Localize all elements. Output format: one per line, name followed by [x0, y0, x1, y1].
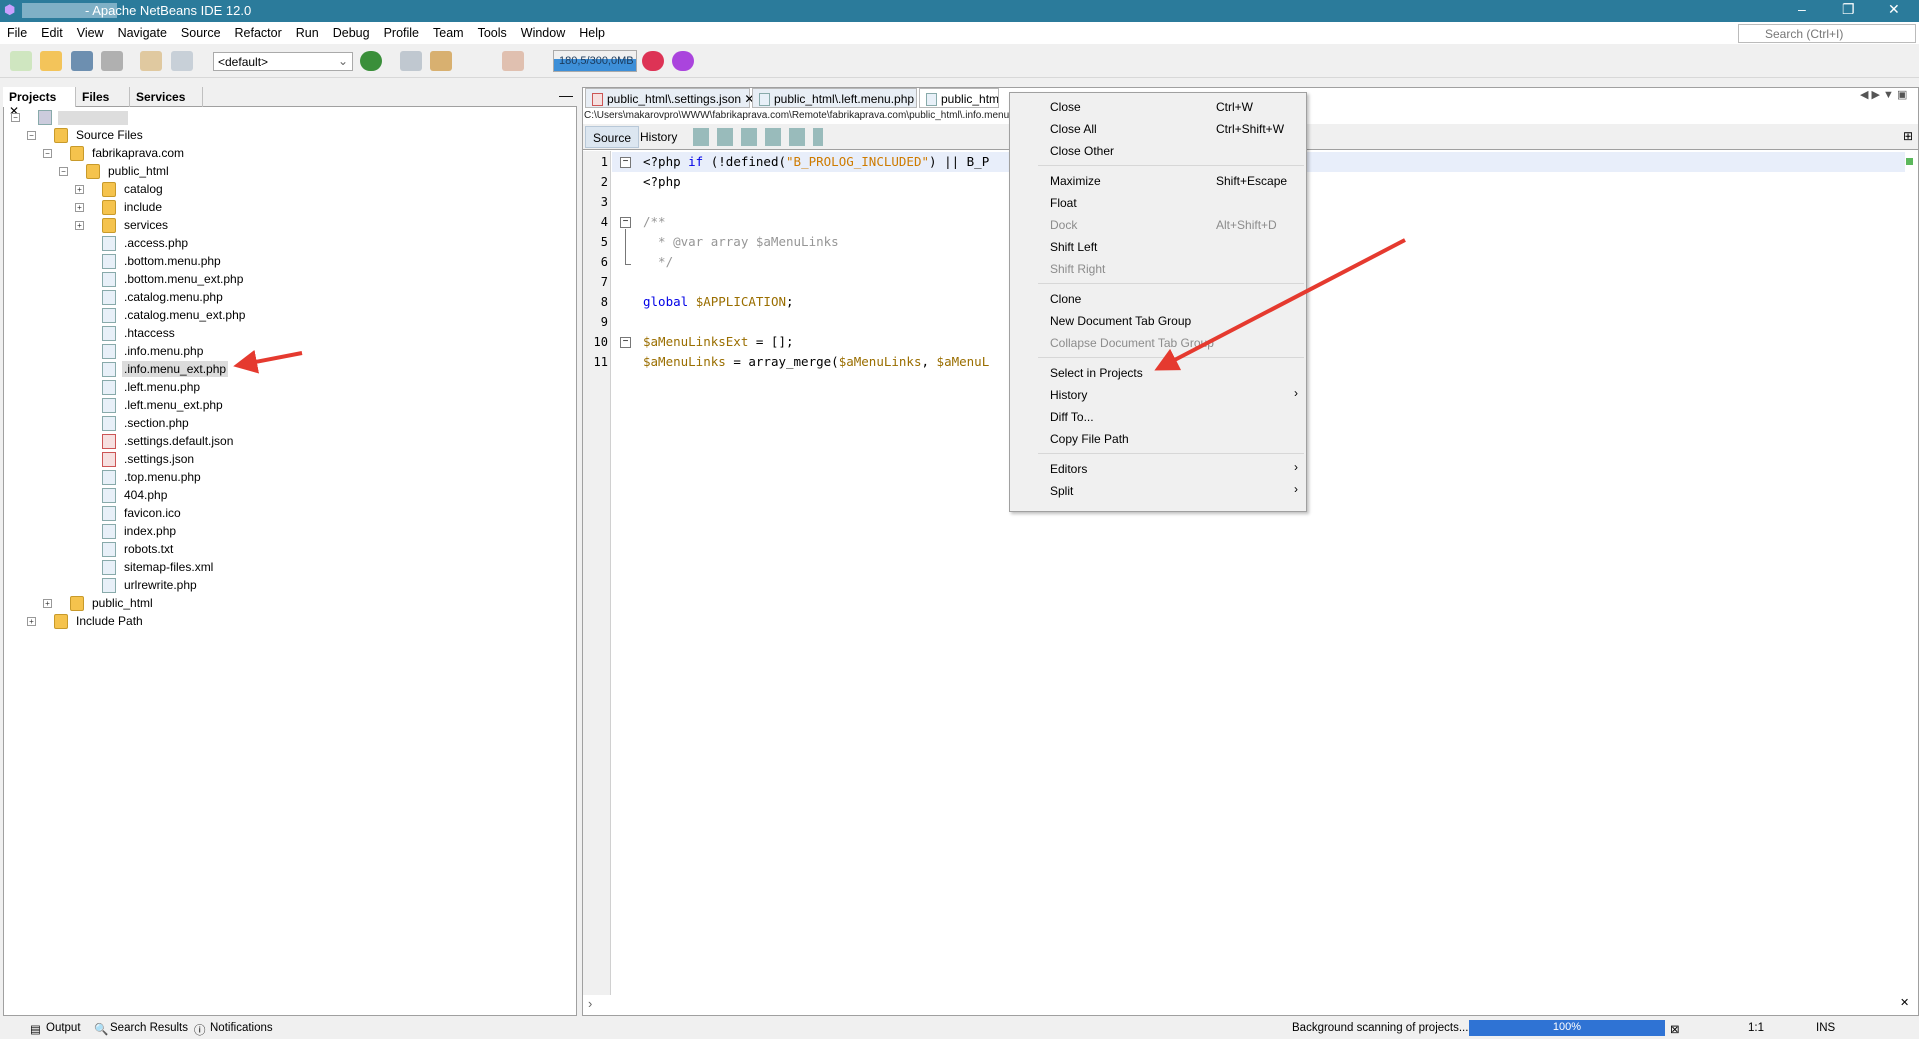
line-number: 9: [600, 315, 608, 329]
code-line: $aMenuLinks = array_merge($aMenuLinks, $…: [643, 354, 989, 369]
cancel-scan-icon[interactable]: ⊠: [1670, 1022, 1680, 1036]
code-line: <?php if (!defined("B_PROLOG_INCLUDED") …: [643, 154, 989, 169]
code-token: <?php: [643, 174, 681, 189]
search-icon: 🔍: [94, 1024, 109, 1036]
code-token: */: [643, 254, 674, 269]
line-number: 7: [600, 275, 608, 289]
notifications-button[interactable]: Notifications: [210, 1022, 273, 1034]
code-token: $aMenuLinks: [838, 354, 922, 369]
editor-tab-label: public_html\.settings.json: [607, 92, 742, 106]
arrow-to-file: [233, 349, 303, 374]
output-icon: ▤: [30, 1024, 41, 1036]
code-token: $aMenuLinks: [643, 354, 726, 369]
code-line: */: [643, 254, 673, 269]
editor-tab[interactable]: public_html\.left.menu.php ✕: [752, 88, 927, 108]
code-token: $aMenuLinksExt: [643, 334, 749, 349]
caret-position: 1:1: [1748, 1022, 1764, 1034]
code-token: * @var array $aMenuLinks: [643, 234, 839, 249]
editor-tab[interactable]: public_html\.settings.json ✕: [585, 88, 754, 108]
line-number: 8: [600, 295, 608, 309]
line-number: 10: [593, 335, 608, 349]
code-line: $aMenuLinksExt = [];: [643, 334, 794, 349]
code-token: /**: [643, 214, 666, 229]
fold-icon[interactable]: −: [620, 217, 631, 228]
code-line: * @var array $aMenuLinks: [643, 234, 839, 249]
file-icon: [759, 93, 770, 107]
info-icon: ⓘ: [194, 1025, 206, 1037]
file-icon: [926, 93, 937, 107]
code-token: ;: [786, 294, 794, 309]
scan-status: Background scanning of projects...: [1292, 1022, 1469, 1034]
code-token: $aMenuL: [936, 354, 990, 369]
editor-tab-label: public_html\.left.menu.php: [774, 92, 915, 106]
fold-line: [625, 229, 631, 265]
line-number: 5: [600, 235, 608, 249]
fold-icon[interactable]: −: [620, 337, 631, 348]
line-number: 11: [593, 355, 608, 369]
line-number: 6: [600, 255, 608, 269]
code-line: /**: [643, 214, 666, 229]
code-token: "B_PROLOG_INCLUDED": [786, 154, 930, 169]
code-line: <?php: [643, 174, 681, 189]
code-token: = array_merge(: [725, 354, 839, 369]
arrow-to-menu-item: [1154, 238, 1406, 371]
code-token: (!defined(: [703, 154, 787, 169]
insert-mode: INS: [1816, 1022, 1836, 1034]
code-token: if: [688, 154, 704, 169]
output-button[interactable]: Output: [46, 1022, 81, 1034]
code-line: global $APPLICATION;: [643, 294, 794, 309]
search-results-button[interactable]: Search Results: [110, 1022, 188, 1034]
code-token: = [];: [748, 334, 794, 349]
fold-icon[interactable]: −: [620, 157, 631, 168]
code-token: global: [643, 294, 689, 309]
editor-tab-label: public_html\.in: [941, 92, 999, 106]
line-number: 1: [600, 155, 608, 169]
code-token: <?php: [643, 154, 689, 169]
scan-progress-bar: 100%: [1469, 1020, 1665, 1036]
code-token: ,: [921, 354, 937, 369]
editor-tab[interactable]: public_html\.in: [919, 88, 999, 108]
file-icon: [592, 93, 603, 107]
code-token: ) || B_P: [929, 154, 990, 169]
code-token: $APPLICATION: [695, 294, 786, 309]
line-number: 3: [600, 195, 608, 209]
line-number: 2: [600, 175, 608, 189]
line-number: 4: [600, 215, 608, 229]
